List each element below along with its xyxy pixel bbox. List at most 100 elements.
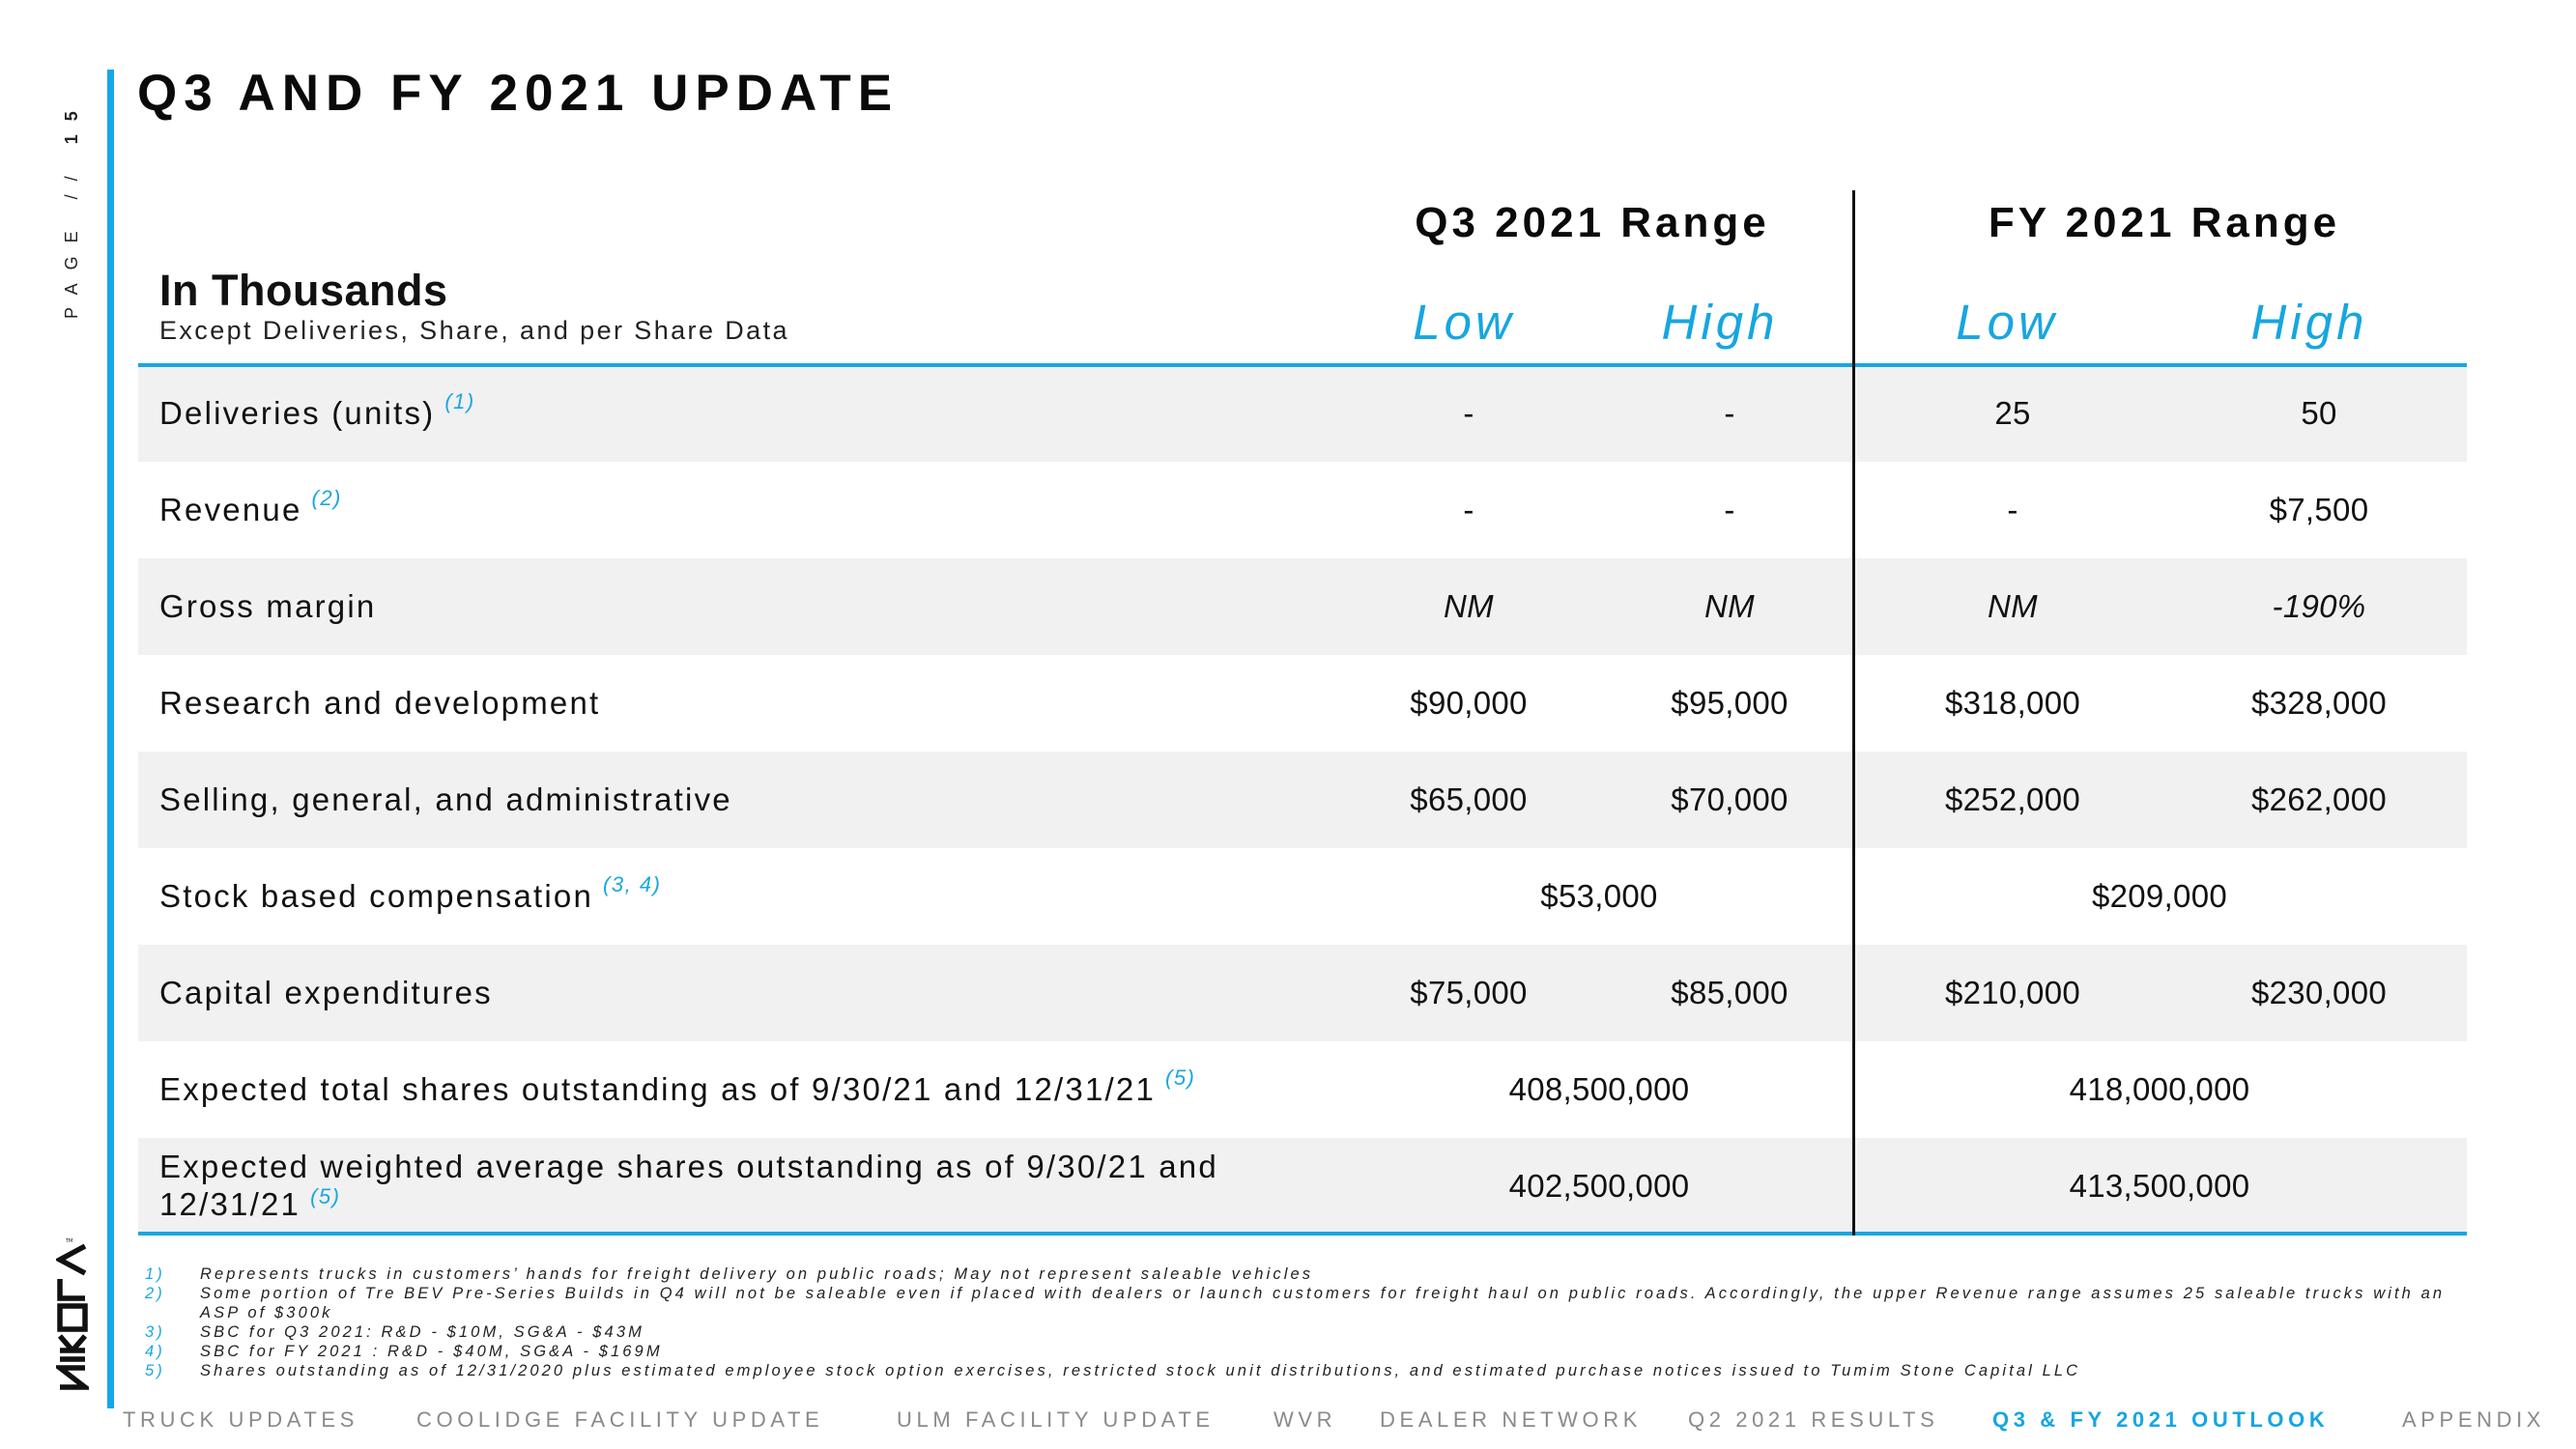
nav-wvr[interactable]: WVR	[1274, 1407, 1336, 1433]
fy-low-value: NM	[1988, 588, 2038, 624]
units-caption: In Thousands Except Deliveries, Share, a…	[159, 269, 789, 346]
units-subheading: Except Deliveries, Share, and per Share …	[159, 316, 789, 345]
footnote: 2) Some portion of Tre BEV Pre-Series Bui…	[145, 1284, 2464, 1322]
fy-range-value: 418,000,000	[2069, 1071, 2250, 1107]
table-bottom-rule	[138, 1232, 2467, 1236]
footnote-ref: (5)	[310, 1184, 341, 1208]
row-label-text: Stock based compensation	[159, 877, 594, 914]
footnote-text: Some portion of Tre BEV Pre-Series Build…	[200, 1285, 2446, 1321]
footnote-number: 5)	[145, 1362, 165, 1379]
table-row: Expected total shares outstanding as of …	[138, 1041, 2467, 1138]
row-label: Revenue (2)	[159, 462, 1358, 558]
row-label-text: Selling, general, and administrative	[159, 781, 732, 817]
q3-low-value: $65,000	[1410, 781, 1528, 817]
nav-truck-updates[interactable]: TRUCK UPDATES	[123, 1407, 358, 1433]
fy-range-value: 413,500,000	[2069, 1168, 2250, 1204]
fy-high-value: -190%	[2272, 588, 2366, 624]
nav-appendix[interactable]: APPENDIX	[2402, 1407, 2545, 1433]
q3-range-header: Q3 2021 Range	[1415, 199, 1770, 246]
nav-dealer-network[interactable]: DEALER NETWORK	[1380, 1407, 1642, 1433]
q3-high-value: NM	[1704, 588, 1755, 624]
units-heading: In Thousands	[159, 266, 448, 315]
q3-high-header: High	[1661, 295, 1779, 350]
q3-high-value: -	[1724, 492, 1735, 527]
q3-low-header: Low	[1413, 295, 1515, 350]
table-row: Selling, general, and administrative $65…	[138, 752, 2467, 848]
footnote-number: 4)	[145, 1343, 165, 1360]
row-label: Capital expenditures	[159, 945, 1358, 1041]
fy-high-header: High	[2250, 295, 2368, 350]
footnote-text: SBC for Q3 2021: R&D - $10M, SG&A - $43M	[200, 1323, 644, 1341]
row-label: Stock based compensation (3, 4)	[159, 848, 1358, 945]
nav-ulm-facility-update[interactable]: ULM FACILITY UPDATE	[897, 1407, 1215, 1433]
fy-range-value: $209,000	[2091, 878, 2228, 914]
fy-low-value: 25	[1994, 395, 2031, 431]
nav-q3-fy-2021-outlook[interactable]: Q3 & FY 2021 OUTLOOK	[1992, 1407, 2329, 1433]
nikola-logo: TM	[51, 1236, 94, 1391]
table-row: Research and development $90,000 $95,000…	[138, 655, 2467, 752]
q3-low-value: -	[1463, 492, 1474, 527]
table-row: Gross margin NM NM NM -190%	[138, 558, 2467, 655]
accent-bar	[107, 70, 114, 1408]
nikola-wordmark-icon: TM	[51, 1238, 94, 1390]
table-row: Expected weighted average shares outstan…	[138, 1138, 2467, 1235]
fy-low-value: $318,000	[1944, 685, 2081, 721]
table-row: Deliveries (units) (1) - - 25 50	[138, 365, 2467, 462]
footnote: 3) SBC for Q3 2021: R&D - $10M, SG&A - $4…	[145, 1322, 2464, 1342]
row-label: Research and development	[159, 655, 1358, 752]
row-label-text: Gross margin	[159, 587, 377, 624]
row-label-text: Expected total shares outstanding as of …	[159, 1070, 1156, 1107]
fy-high-value: $7,500	[2269, 492, 2369, 527]
row-label: Gross margin	[159, 558, 1358, 655]
q3-low-value: -	[1463, 395, 1474, 431]
footnote-number: 1)	[145, 1265, 165, 1283]
footnote-ref: (5)	[1165, 1065, 1196, 1091]
footnote-text: SBC for FY 2021 : R&D - $40M, SG&A - $16…	[200, 1343, 663, 1360]
q3-range-value: 408,500,000	[1508, 1071, 1690, 1107]
q3-low-value: $90,000	[1410, 685, 1528, 721]
row-label: Deliveries (units) (1)	[159, 365, 1358, 462]
table-row: Revenue (2) - - - $7,500	[138, 462, 2467, 558]
table-top-rule	[138, 363, 2467, 367]
page-number: 15	[62, 98, 81, 145]
nav-coolidge-facility-update[interactable]: COOLIDGE FACILITY UPDATE	[416, 1407, 823, 1433]
section-nav: TRUCK UPDATES COOLIDGE FACILITY UPDATE U…	[0, 1407, 2576, 1435]
q3-range-value: 402,500,000	[1508, 1168, 1690, 1204]
nav-q2-2021-results[interactable]: Q2 2021 RESULTS	[1688, 1407, 1938, 1433]
fy-range-header: FY 2021 Range	[1988, 199, 2341, 246]
q3-high-value: -	[1724, 395, 1735, 431]
q3-high-value: $70,000	[1671, 781, 1789, 817]
fy-low-value: $210,000	[1944, 975, 2081, 1010]
fy-high-value: $328,000	[2250, 685, 2388, 721]
row-label-text: Capital expenditures	[159, 974, 493, 1010]
fy-low-value: $252,000	[1944, 781, 2081, 817]
footnotes: 1) Represents trucks in customers’ hands …	[145, 1264, 2464, 1380]
footnote-text: Shares outstanding as of 12/31/2020 plus…	[200, 1362, 2081, 1379]
row-label-text: Deliveries (units)	[159, 394, 436, 431]
q3-high-value: $85,000	[1671, 975, 1789, 1010]
fy-high-value: $262,000	[2250, 781, 2388, 817]
q3-high-value: $95,000	[1671, 685, 1789, 721]
fy-high-value: $230,000	[2250, 975, 2388, 1010]
row-label-text: Revenue	[159, 491, 302, 527]
guidance-table: Deliveries (units) (1) - - 25 50 Revenue (…	[138, 365, 2467, 1235]
page-title: Q3 AND FY 2021 UPDATE	[137, 65, 900, 122]
footnote-ref: (1)	[444, 389, 475, 414]
fy-high-value: 50	[2301, 395, 2337, 431]
page-label-prefix: PAGE //	[62, 162, 81, 319]
footnote-number: 3)	[145, 1323, 165, 1341]
row-label: Expected total shares outstanding as of …	[159, 1041, 1358, 1138]
row-label: Selling, general, and administrative	[159, 752, 1358, 848]
footnote: 5) Shares outstanding as of 12/31/2020 pl…	[145, 1361, 2464, 1380]
fy-low-header: Low	[1956, 295, 2058, 350]
table-row: Capital expenditures $75,000 $85,000 $21…	[138, 945, 2467, 1041]
row-label-text: Research and development	[159, 684, 601, 721]
footnote-ref: (2)	[311, 486, 342, 511]
page-number-label: PAGE // 15	[54, 66, 93, 319]
row-label: Expected weighted average shares outstan…	[159, 1138, 1319, 1235]
q3-range-value: $53,000	[1540, 878, 1658, 914]
q3-low-value: NM	[1444, 588, 1494, 624]
footnote-text: Represents trucks in customers’ hands fo…	[200, 1265, 1314, 1283]
footnote: 4) SBC for FY 2021 : R&D - $40M, SG&A - $…	[145, 1342, 2464, 1361]
table-row: Stock based compensation (3, 4) $53,000 $…	[138, 848, 2467, 945]
